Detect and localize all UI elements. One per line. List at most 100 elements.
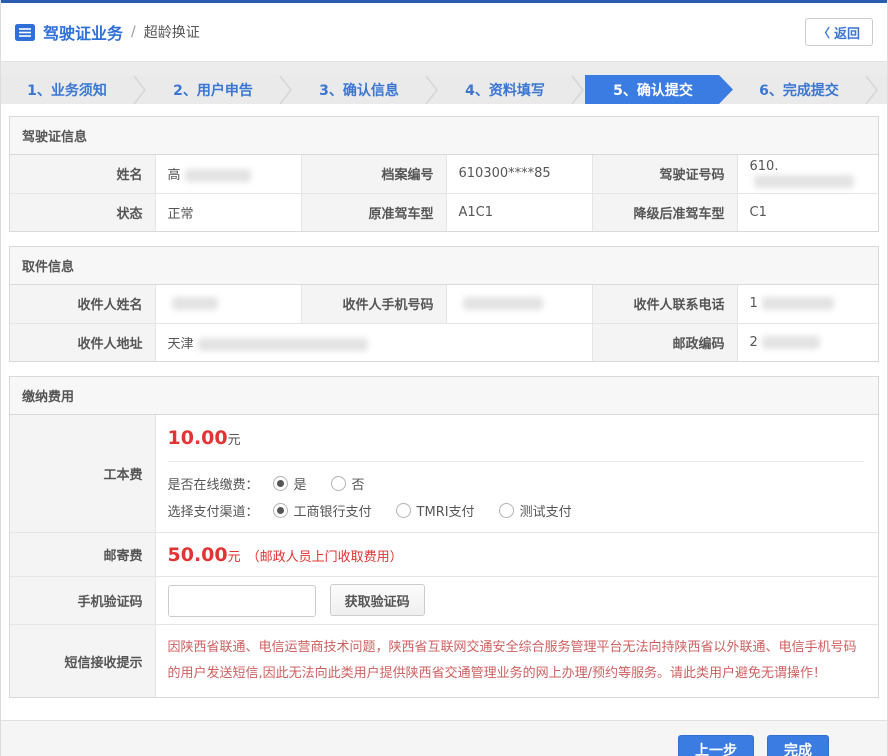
step-separator-icon	[425, 75, 439, 104]
postage-cell: 50.00元 （邮政人员上门收取费用）	[155, 533, 878, 577]
step-wizard: 1、业务须知 2、用户申告 3、确认信息 4、资料填写 5、确认提交 6、完成提…	[1, 75, 887, 104]
license-info-title: 驾驶证信息	[10, 117, 878, 155]
footer-actions: 上一步 完成	[1, 720, 887, 756]
redacted-value	[762, 297, 834, 310]
sms-tip-cell: 因陕西省联通、电信运营商技术问题，陕西省互联网交通安全综合服务管理平台无法向持陕…	[155, 625, 878, 698]
radio-checked-icon	[273, 503, 288, 518]
license-no-value: 610.	[737, 155, 878, 193]
license-info-section: 驾驶证信息 姓名 高 档案编号 610300****85 驾驶证号码 610. …	[9, 116, 879, 232]
online-pay-yes-radio[interactable]: 是	[273, 474, 307, 493]
redacted-value	[754, 175, 854, 188]
table-row: 工本费 10.00元 是否在线缴费： 是	[10, 415, 878, 533]
name-label: 姓名	[10, 155, 155, 193]
online-pay-no-label: 否	[352, 474, 365, 493]
down-class-value: C1	[737, 193, 878, 231]
redacted-value	[762, 336, 820, 349]
radio-checked-icon	[273, 476, 288, 491]
table-row: 收件人姓名 收件人手机号码 收件人联系电话 1	[10, 285, 878, 323]
sms-tip-label: 短信接收提示	[10, 625, 155, 698]
postage-unit: 元	[228, 550, 241, 565]
recipient-mobile-label: 收件人手机号码	[301, 285, 446, 323]
fee-amount-line: 10.00元	[168, 427, 865, 449]
sms-notice-text: 因陕西省联通、电信运营商技术问题，陕西省互联网交通安全综合服务管理平台无法向持陕…	[168, 635, 864, 687]
orig-class-label: 原准驾车型	[301, 193, 446, 231]
postcode-label: 邮政编码	[592, 323, 737, 361]
status-label: 状态	[10, 193, 155, 231]
pickup-info-title: 取件信息	[10, 247, 878, 285]
table-row: 短信接收提示 因陕西省联通、电信运营商技术问题，陕西省互联网交通安全综合服务管理…	[10, 625, 878, 698]
radio-unchecked-icon	[331, 476, 346, 491]
get-captcha-button[interactable]: 获取验证码	[330, 584, 425, 616]
redacted-value	[172, 297, 218, 310]
radio-unchecked-icon	[396, 503, 411, 518]
pay-channel-question-row: 选择支付渠道： 工商银行支付 TMRI支付 测试支付	[168, 501, 865, 520]
back-button-label: 返回	[834, 23, 860, 42]
license-info-table: 姓名 高 档案编号 610300****85 驾驶证号码 610. 状态 正常 …	[10, 155, 878, 231]
step-5-confirm-submit-active[interactable]: 5、确认提交	[585, 75, 733, 104]
step-separator-icon	[279, 75, 293, 104]
pickup-info-section: 取件信息 收件人姓名 收件人手机号码 收件人联系电话 1 收件人地址 天津 邮政…	[9, 246, 879, 362]
previous-step-button[interactable]: 上一步	[678, 735, 754, 756]
step-separator-icon	[133, 75, 147, 104]
postcode-value: 2	[737, 323, 878, 361]
back-chevron-icon: 〈	[818, 24, 830, 41]
online-pay-no-radio[interactable]: 否	[331, 474, 365, 493]
address-label: 收件人地址	[10, 323, 155, 361]
step-2-user-declaration[interactable]: 2、用户申告	[147, 75, 279, 104]
pickup-info-table: 收件人姓名 收件人手机号码 收件人联系电话 1 收件人地址 天津 邮政编码 2	[10, 285, 878, 361]
radio-unchecked-icon	[499, 503, 514, 518]
list-icon	[15, 24, 35, 41]
pay-channel-question: 选择支付渠道：	[168, 501, 259, 520]
page-subtitle: 超龄换证	[144, 22, 200, 42]
step-4-fill-materials[interactable]: 4、资料填写	[439, 75, 571, 104]
payment-title: 缴纳费用	[10, 377, 878, 415]
captcha-cell: 获取验证码	[155, 577, 878, 625]
license-no-label: 驾驶证号码	[592, 155, 737, 193]
postage-label: 邮寄费	[10, 533, 155, 577]
name-value: 高	[155, 155, 301, 193]
recipient-name-value	[155, 285, 301, 323]
down-class-label: 降级后准驾车型	[592, 193, 737, 231]
captcha-input[interactable]	[168, 585, 316, 617]
channel-test-radio[interactable]: 测试支付	[499, 501, 572, 520]
step-separator-icon	[865, 75, 879, 104]
channel-icbc-radio[interactable]: 工商银行支付	[273, 501, 372, 520]
captcha-label: 手机验证码	[10, 577, 155, 625]
step-3-confirm-info[interactable]: 3、确认信息	[293, 75, 425, 104]
step-1-business-notice[interactable]: 1、业务须知	[1, 75, 133, 104]
redacted-value	[198, 338, 368, 351]
finish-button[interactable]: 完成	[767, 735, 829, 756]
online-pay-yes-label: 是	[294, 474, 307, 493]
payment-section: 缴纳费用 工本费 10.00元 是否在线缴费： 是	[9, 376, 879, 698]
channel-test-label: 测试支付	[520, 501, 572, 520]
page-header: 驾驶证业务 / 超龄换证 〈 返回	[1, 3, 887, 62]
online-pay-question: 是否在线缴费：	[168, 474, 259, 493]
postage-note: （邮政人员上门收取费用）	[247, 550, 403, 565]
contact-phone-value: 1	[737, 285, 878, 323]
main-content: 驾驶证信息 姓名 高 档案编号 610300****85 驾驶证号码 610. …	[1, 104, 887, 720]
page-title: 驾驶证业务	[43, 20, 123, 44]
fee-divider	[168, 461, 865, 462]
address-value: 天津	[155, 323, 592, 361]
breadcrumb-separator: /	[131, 24, 136, 40]
table-row: 收件人地址 天津 邮政编码 2	[10, 323, 878, 361]
fee-label: 工本费	[10, 415, 155, 533]
channel-icbc-label: 工商银行支付	[294, 501, 372, 520]
redacted-value	[463, 297, 543, 310]
file-no-value: 610300****85	[446, 155, 592, 193]
recipient-name-label: 收件人姓名	[10, 285, 155, 323]
payment-table: 工本费 10.00元 是否在线缴费： 是	[10, 415, 878, 697]
redacted-value	[185, 169, 251, 182]
channel-tmri-radio[interactable]: TMRI支付	[396, 501, 475, 520]
back-button[interactable]: 〈 返回	[805, 18, 873, 46]
contact-phone-label: 收件人联系电话	[592, 285, 737, 323]
postage-amount: 50.00	[168, 544, 228, 566]
channel-tmri-label: TMRI支付	[417, 501, 475, 520]
page: 驾驶证业务 / 超龄换证 〈 返回 1、业务须知 2、用户申告 3、确认信息 4…	[0, 0, 888, 756]
table-row: 姓名 高 档案编号 610300****85 驾驶证号码 610.	[10, 155, 878, 193]
table-row: 手机验证码 获取验证码	[10, 577, 878, 625]
fee-cell: 10.00元 是否在线缴费： 是 否	[155, 415, 878, 533]
step-separator-icon	[571, 75, 585, 104]
step-6-finish-submit[interactable]: 6、完成提交	[733, 75, 865, 104]
table-row: 邮寄费 50.00元 （邮政人员上门收取费用）	[10, 533, 878, 577]
